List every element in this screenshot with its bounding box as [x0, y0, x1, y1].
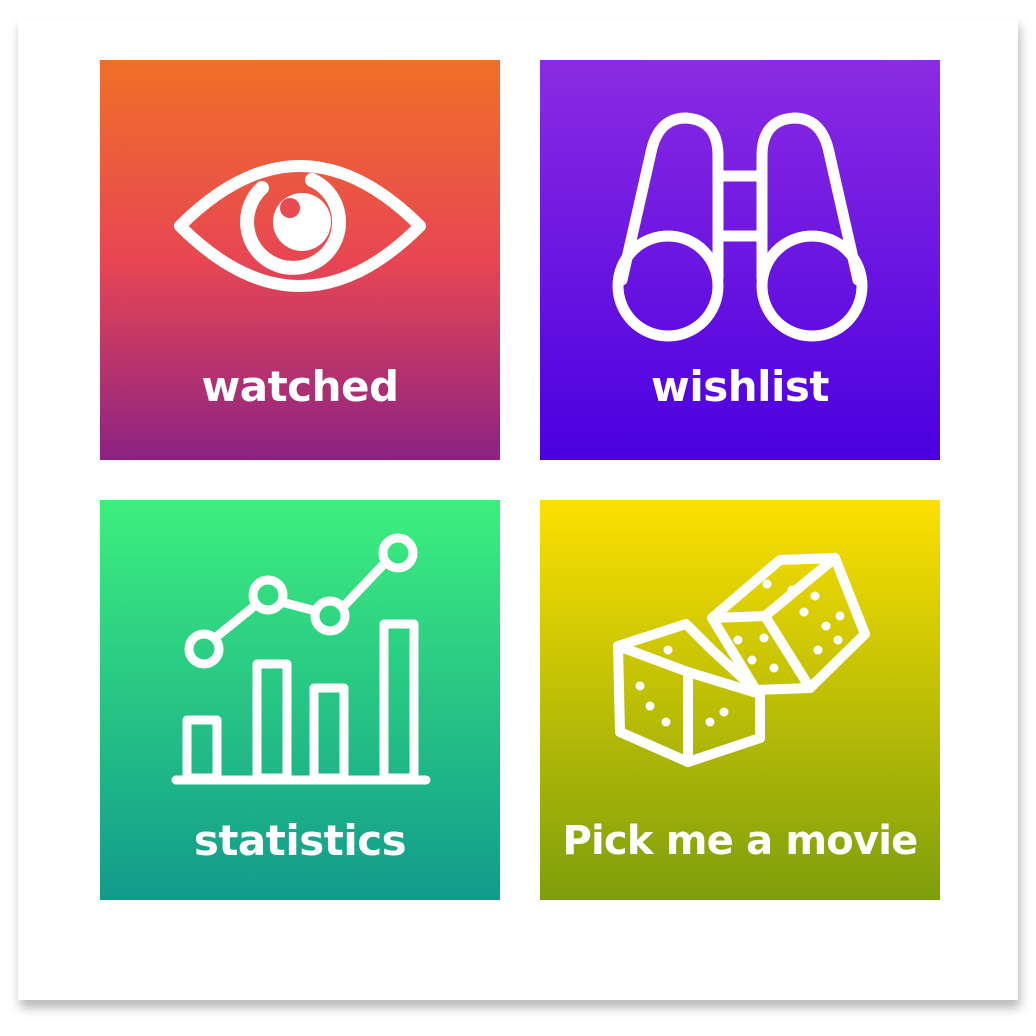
- wishlist-label: wishlist: [651, 362, 829, 411]
- watched-tile[interactable]: watched: [100, 60, 500, 460]
- pick-movie-label: Pick me a movie: [562, 818, 919, 864]
- statistics-tile[interactable]: statistics: [100, 500, 500, 900]
- watched-label: watched: [201, 362, 399, 411]
- statistics-label: statistics: [193, 816, 407, 865]
- pick-movie-tile[interactable]: Pick me a movie: [540, 500, 940, 900]
- wishlist-tile[interactable]: wishlist: [540, 60, 940, 460]
